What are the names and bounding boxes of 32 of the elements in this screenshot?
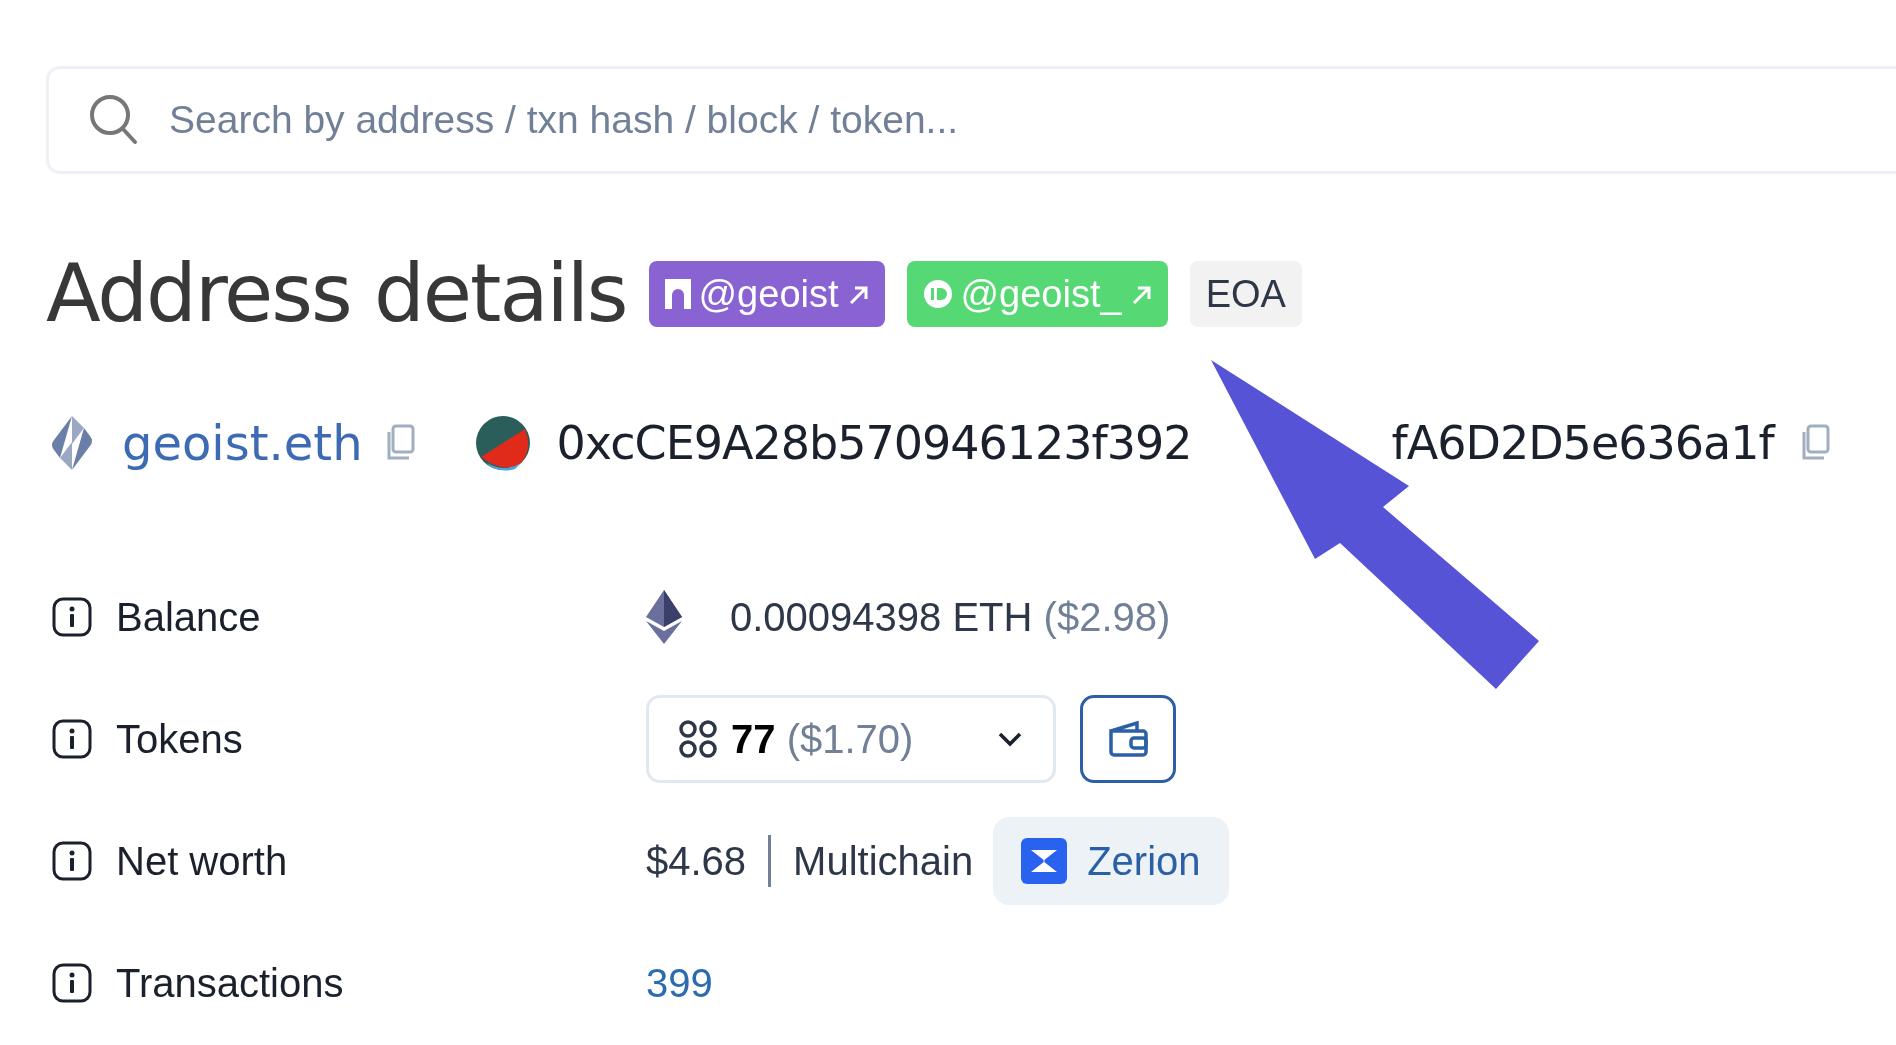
info-icon[interactable] [52,597,92,637]
ethereum-icon [646,590,682,644]
search-icon [89,94,139,146]
multichain-label: Multichain [793,838,974,885]
search-field[interactable]: Search by address / txn hash / block / token... [167,89,1896,151]
transactions-link[interactable]: 399 [646,953,713,1013]
detail-label: Tokens [116,716,243,763]
wallet-icon [1107,721,1149,757]
arch-icon [664,279,691,309]
profile-tag[interactable]: @geoist [648,261,885,327]
tokens-dropdown[interactable]: 77 ($1.70) [646,695,1056,783]
info-icon[interactable] [52,719,92,759]
avatar-icon [474,415,531,471]
type-tag: EOA [1189,261,1302,327]
detail-label: Net worth [116,838,288,885]
detail-label: Transactions [116,960,344,1007]
search-bar[interactable]: Search by address / txn hash / block / token... [46,66,1896,174]
info-icon[interactable] [52,841,92,881]
wallet-button[interactable] [1080,695,1176,783]
page-title: Address details [46,250,627,338]
info-icon[interactable] [52,963,92,1003]
net-worth-value: $4.68 [646,838,747,885]
balance-value: 0.00094398 ETH ($2.98) [730,594,1171,641]
zerion-link[interactable]: Zerion [993,817,1229,905]
ens-name-link[interactable]: geoist.eth [122,407,363,479]
grid-circles-icon [679,720,717,758]
chevron-down-icon [997,731,1023,747]
address-text: fA6D2D5e636a1f [1391,414,1774,472]
id-icon [922,279,953,309]
zerion-logo-icon [1021,838,1068,884]
address-text: 0xcCE9A28b570946123f392 [556,414,1192,472]
detail-label: Balance [116,594,261,641]
